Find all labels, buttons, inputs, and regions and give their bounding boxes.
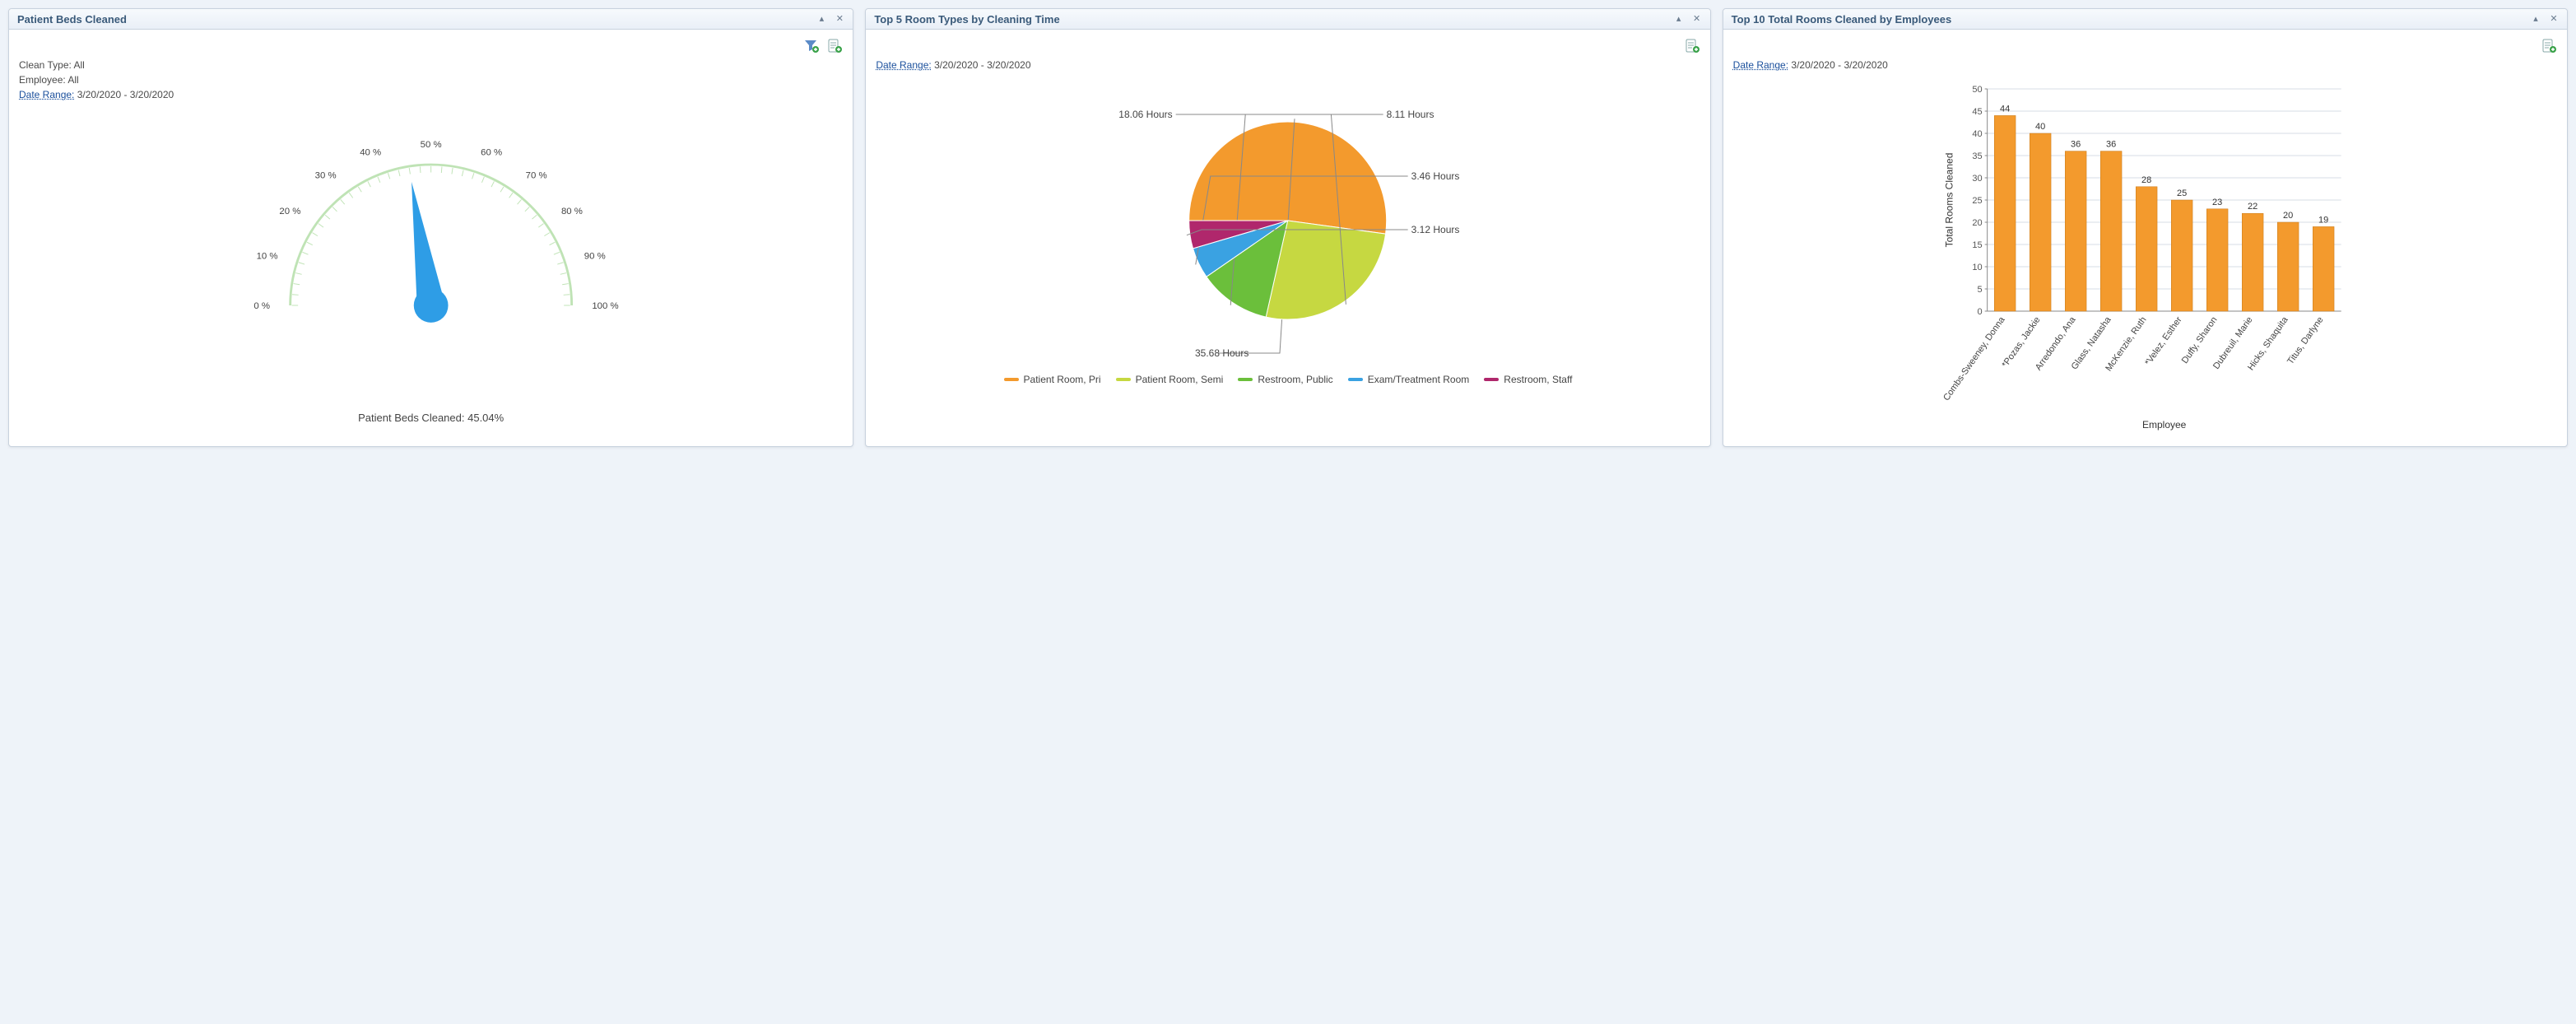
gauge-chart: 0 % 10 % 20 % 30 % 40 % 50 % 60 % 70 % 80 % 90 % 1… [19,102,843,415]
svg-text:18.06 Hours: 18.06 Hours [1119,109,1173,120]
svg-text:*Velez, Esther: *Velez, Esther [2143,315,2184,368]
svg-text:25: 25 [2177,189,2187,198]
svg-text:*Pozas, Jackie: *Pozas, Jackie [2000,315,2042,370]
svg-text:23: 23 [2212,198,2222,207]
legend-item: Restroom, Staff [1484,374,1572,385]
filter-clean-type: Clean Type: All [19,58,843,72]
panel-patient-beds-cleaned: Patient Beds Cleaned ▴ ✕ Clean Type: All… [8,8,853,447]
date-range-link[interactable]: Date Range: [876,59,931,71]
svg-text:100 %: 100 % [592,301,618,311]
svg-text:40 %: 40 % [360,148,381,158]
svg-text:35.68 Hours: 35.68 Hours [1195,347,1248,359]
close-icon[interactable]: ✕ [833,12,846,26]
svg-text:Combs-Sweeney, Donna: Combs-Sweeney, Donna [1941,314,2007,403]
legend-item: Patient Room, Pri [1004,374,1101,385]
filter-employee: Employee: All [19,72,843,87]
svg-text:50: 50 [1972,85,1982,95]
svg-text:44: 44 [2000,104,2010,114]
close-icon[interactable]: ✕ [1690,12,1704,26]
svg-text:10 %: 10 % [257,251,278,261]
date-range-value: 3/20/2020 - 3/20/2020 [1791,59,1887,71]
svg-text:Titus, Darlyne: Titus, Darlyne [2285,315,2326,366]
svg-text:0 %: 0 % [253,301,270,311]
export-icon[interactable] [1684,38,1700,54]
svg-text:20: 20 [2283,211,2293,221]
svg-text:50 %: 50 % [421,140,442,150]
date-range-value: 3/20/2020 - 3/20/2020 [77,89,174,100]
date-range-link[interactable]: Date Range: [19,89,74,100]
panel-header: Top 10 Total Rooms Cleaned by Employees … [1723,9,2567,30]
svg-text:36: 36 [2071,140,2081,150]
pie-legend: Patient Room, Pri Patient Room, Semi Restr… [876,374,1700,385]
svg-text:90 %: 90 % [584,251,606,261]
svg-text:60 %: 60 % [481,148,502,158]
svg-text:70 %: 70 % [526,170,547,180]
svg-text:30 %: 30 % [315,170,337,180]
svg-text:Total Rooms Cleaned: Total Rooms Cleaned [1943,153,1955,248]
svg-text:28: 28 [2141,175,2151,185]
bar-chart: 0 5 10 15 20 25 30 35 40 45 50 44 Combs-Sweeney, Don… [1733,72,2557,435]
panel-top-room-types: Top 5 Room Types by Cleaning Time ▴ ✕ Da… [865,8,1710,447]
svg-text:19: 19 [2318,215,2328,225]
close-icon[interactable]: ✕ [2547,12,2560,26]
legend-item: Exam/Treatment Room [1348,374,1470,385]
svg-text:10: 10 [1972,263,1982,272]
legend-item: Patient Room, Semi [1116,374,1224,385]
svg-text:20 %: 20 % [279,207,300,216]
svg-text:15: 15 [1972,240,1982,250]
export-icon[interactable] [826,38,843,54]
date-range-value: 3/20/2020 - 3/20/2020 [934,59,1030,71]
date-range-link[interactable]: Date Range: [1733,59,1788,71]
svg-text:20: 20 [1972,218,1982,228]
panel-header: Patient Beds Cleaned ▴ ✕ [9,9,853,30]
svg-text:40: 40 [1972,129,1982,139]
svg-text:80 %: 80 % [561,207,583,216]
svg-text:45: 45 [1972,107,1982,117]
collapse-icon[interactable]: ▴ [815,12,828,26]
panel-title: Top 10 Total Rooms Cleaned by Employees [1732,13,1952,26]
panel-title: Top 5 Room Types by Cleaning Time [874,13,1059,26]
svg-text:22: 22 [2248,202,2257,212]
svg-text:Employee: Employee [2142,419,2187,431]
legend-item: Restroom, Public [1238,374,1332,385]
svg-text:35: 35 [1972,151,1982,161]
panel-header: Top 5 Room Types by Cleaning Time ▴ ✕ [866,9,1709,30]
filter-icon[interactable] [803,38,820,54]
panel-title: Patient Beds Cleaned [17,13,127,26]
svg-text:30: 30 [1972,174,1982,184]
svg-text:3.46 Hours: 3.46 Hours [1411,170,1460,182]
svg-text:8.11 Hours: 8.11 Hours [1387,109,1434,120]
panel-top-employees: Top 10 Total Rooms Cleaned by Employees … [1723,8,2568,447]
svg-text:36: 36 [2106,140,2116,150]
svg-text:0: 0 [1977,307,1982,317]
pie-chart: 35.68 Hours 18.06 Hours 8.11 Hours 3.46 Hou… [876,72,1700,369]
svg-text:40: 40 [2035,122,2045,132]
svg-text:25: 25 [1972,196,1982,206]
svg-text:5: 5 [1977,285,1982,295]
export-icon[interactable] [2541,38,2557,54]
collapse-icon[interactable]: ▴ [1672,12,1686,26]
svg-text:Duffy, Sharon: Duffy, Sharon [2179,315,2219,365]
svg-text:3.12 Hours: 3.12 Hours [1411,224,1460,235]
collapse-icon[interactable]: ▴ [2529,12,2542,26]
